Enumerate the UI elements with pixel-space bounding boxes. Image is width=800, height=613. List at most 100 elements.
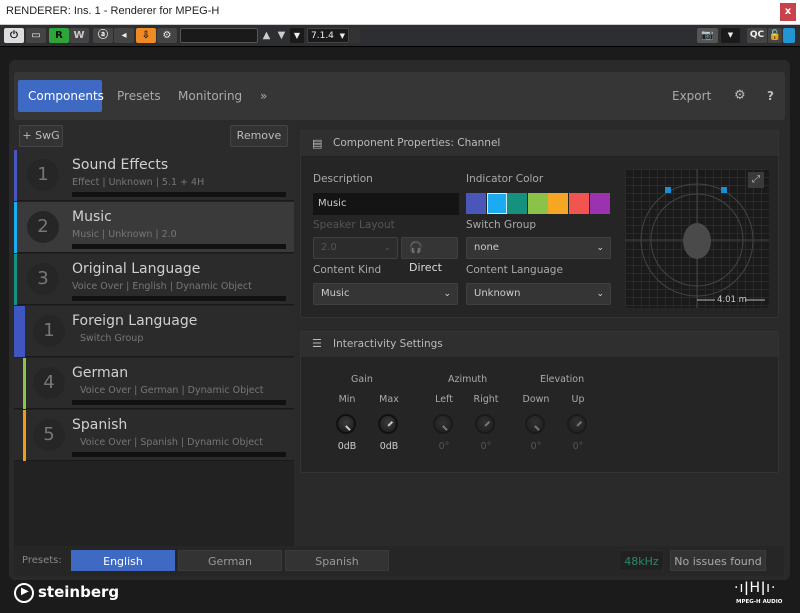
content-language-select[interactable]: Unknown ⌄ [466, 283, 611, 305]
settings-button[interactable]: ⚙ [157, 28, 177, 43]
description-input[interactable]: Music [313, 193, 459, 215]
read-automation-button[interactable]: R [49, 28, 69, 43]
component-name: Sound Effects [72, 157, 169, 173]
knob-label: Max [379, 394, 399, 405]
knob-down[interactable] [525, 414, 545, 434]
preset-menu-button[interactable]: ▼ [290, 28, 304, 43]
knob-max[interactable] [378, 414, 398, 434]
component-item[interactable]: 5 Spanish Voice Over | Spanish | Dynamic O… [14, 410, 294, 461]
switch-group-item[interactable]: 1 Foreign Language Switch Group [14, 306, 294, 357]
knob-right[interactable] [475, 414, 495, 434]
color-indicator [783, 28, 795, 43]
level-meter [72, 244, 286, 249]
remove-button[interactable]: Remove [230, 125, 288, 147]
expand-icon: ⤢ [752, 174, 760, 185]
camera-icon: 📷 [701, 30, 714, 41]
lock-button[interactable]: 🔓 [768, 28, 782, 43]
preset-prev-button[interactable]: ▲ [260, 28, 273, 43]
speaker-left[interactable] [665, 187, 671, 193]
settings-button[interactable]: ⚙ [724, 80, 756, 112]
component-name: German [72, 365, 129, 381]
component-number: 4 [33, 367, 65, 399]
compare-button[interactable]: ⓐ [93, 28, 113, 43]
sidechain-icon: ⇩ [141, 30, 151, 41]
qc-button[interactable]: QC [747, 28, 767, 43]
component-details: Switch Group [80, 333, 144, 344]
preset-english-button[interactable]: English [71, 550, 175, 571]
preset-next-button[interactable]: ▼ [275, 28, 288, 43]
indicator-color-bar [14, 202, 17, 253]
preset-german-button[interactable]: German [178, 550, 282, 571]
knob-label: Min [338, 394, 356, 405]
tab-components[interactable]: Components [18, 80, 104, 112]
color-swatch[interactable] [569, 193, 589, 214]
snapshot-button[interactable]: 📷 [697, 28, 718, 43]
knob-group-label: Gain [351, 374, 373, 385]
component-item[interactable]: 4 German Voice Over | German | Dynamic Obj… [14, 358, 294, 409]
bypass-button[interactable]: ▭ [26, 28, 46, 43]
color-swatch[interactable] [589, 193, 610, 214]
component-item[interactable]: 3 Original Language Voice Over | English |… [14, 254, 294, 305]
speaker-layout-select[interactable]: 2.0 ⌄ [313, 237, 398, 259]
knob-pointer [484, 420, 490, 427]
component-properties-panel: ▤ Component Properties: Channel Descript… [300, 130, 779, 318]
close-button[interactable]: x [780, 3, 796, 21]
knob-up[interactable] [567, 414, 587, 434]
channel-indicator [350, 28, 360, 43]
tab-monitoring[interactable]: Monitoring [168, 80, 252, 112]
level-meter [72, 296, 286, 301]
knob-value: 0dB [379, 441, 399, 452]
color-swatch[interactable] [548, 193, 569, 214]
snapshot-menu-button[interactable]: ▼ [721, 28, 740, 43]
component-details: Effect | Unknown | 5.1 + 4H [72, 177, 205, 188]
component-name: Spanish [72, 417, 128, 433]
indicator-color-bar [14, 150, 17, 201]
unlock-icon: 🔓 [768, 30, 782, 41]
component-item[interactable]: 2 Music Music | Unknown | 2.0 [14, 202, 294, 253]
power-button[interactable]: ⏻ [4, 28, 24, 43]
arrow-left-icon: ◂ [121, 30, 127, 41]
tab-more[interactable]: » [250, 80, 277, 112]
component-name: Foreign Language [72, 313, 198, 329]
position-view[interactable]: ⤢ 4.01 m [625, 169, 769, 308]
export-button[interactable]: Export [662, 80, 721, 112]
knob-left[interactable] [433, 414, 453, 434]
preset-field[interactable] [180, 28, 258, 43]
distance-readout: 4.01 m [717, 295, 747, 305]
speaker-right[interactable] [721, 187, 727, 193]
sidechain-button[interactable]: ⇩ [136, 28, 156, 43]
indicator-color-bar [14, 254, 17, 305]
expand-button[interactable]: ⤢ [748, 172, 764, 188]
gear-icon: ⚙ [734, 88, 746, 103]
components-panel: + SwG Remove 1 Sound Effects Effect | Unkn… [14, 122, 294, 546]
window-title: RENDERER: Ins. 1 - Renderer for MPEG-H [6, 5, 220, 17]
arrow-up-icon: ▲ [262, 30, 271, 41]
channel-format-select[interactable]: 7.1.4 ▼ [307, 28, 349, 43]
content-kind-select[interactable]: Music ⌄ [313, 283, 458, 305]
indicator-color-label: Indicator Color [466, 173, 544, 185]
content-kind-label: Content Kind [313, 264, 382, 276]
component-item[interactable]: 1 Sound Effects Effect | Unknown | 5.1 + 4… [14, 150, 294, 201]
direct-button[interactable]: 🎧 Direct [401, 237, 458, 274]
host-toolbar: ⏻ ▭ R W ⓐ ◂ ⇩ ⚙ ▲ ▼ ▼ 7.1.4 ▼ 📷 ▼ QC 🔓 [0, 25, 800, 47]
indicator-color-bar [23, 410, 26, 461]
write-automation-button[interactable]: W [69, 28, 89, 43]
knob-value: 0° [530, 441, 542, 452]
switch-group-select[interactable]: none ⌄ [466, 237, 611, 259]
power-icon: ⏻ [10, 30, 18, 41]
help-button[interactable]: ? [757, 80, 784, 112]
chevron-down-icon: ⌄ [596, 289, 604, 299]
knob-min[interactable] [336, 414, 356, 434]
tab-presets[interactable]: Presets [107, 80, 171, 112]
color-swatch[interactable] [507, 193, 528, 214]
add-switch-group-button[interactable]: + SwG [19, 125, 63, 147]
color-swatch[interactable] [466, 193, 486, 214]
indicator-color-bar [14, 306, 25, 357]
knob-label: Up [571, 394, 585, 405]
tabs-bar: Components Presets Monitoring » Export ⚙… [14, 72, 785, 120]
copy-button[interactable]: ◂ [114, 28, 134, 43]
color-swatch[interactable] [486, 193, 507, 214]
color-swatch[interactable] [527, 193, 548, 214]
sample-rate-indicator: 48kHz [619, 550, 664, 571]
preset-spanish-button[interactable]: Spanish [285, 550, 389, 571]
